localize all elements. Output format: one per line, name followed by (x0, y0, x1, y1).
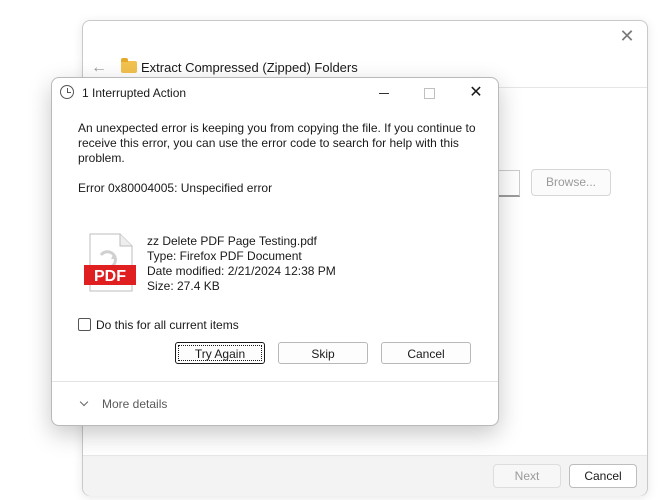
interrupted-action-dialog: 1 Interrupted Action ✕ An unexpected err… (51, 77, 499, 426)
file-name: zz Delete PDF Page Testing.pdf (147, 234, 317, 248)
clock-icon (60, 85, 74, 99)
browse-button[interactable]: Browse... (531, 169, 611, 196)
cancel-button[interactable]: Cancel (381, 342, 471, 364)
close-icon[interactable]: ✕ (615, 25, 639, 47)
zip-folder-icon (121, 58, 137, 73)
file-modified: Date modified: 2/21/2024 12:38 PM (147, 264, 336, 278)
chevron-down-icon (79, 397, 89, 407)
more-details-label[interactable]: More details (102, 397, 167, 411)
file-size: Size: 27.4 KB (147, 279, 220, 293)
maximize-icon (414, 82, 444, 104)
file-details: zz Delete PDF Page Testing.pdf Type: Fir… (147, 234, 336, 294)
divider (52, 381, 498, 382)
svg-text:PDF: PDF (94, 268, 126, 285)
minimize-icon[interactable] (369, 82, 399, 104)
pdf-file-icon: PDF (84, 233, 136, 292)
error-code: Error 0x80004005: Unspecified error (78, 181, 273, 195)
dialog-title: 1 Interrupted Action (82, 86, 187, 100)
wizard-title: Extract Compressed (Zipped) Folders (141, 60, 358, 75)
skip-button[interactable]: Skip (278, 342, 368, 364)
try-again-button[interactable]: Try Again (175, 342, 265, 364)
apply-all-label[interactable]: Do this for all current items (96, 318, 239, 332)
close-icon[interactable]: ✕ (461, 82, 491, 104)
error-message: An unexpected error is keeping you from … (78, 121, 476, 165)
file-type: Type: Firefox PDF Document (147, 249, 302, 263)
wizard-footer: Next Cancel (83, 455, 647, 496)
apply-all-checkbox[interactable] (78, 318, 91, 331)
next-button[interactable]: Next (493, 464, 561, 488)
arrow-left-icon[interactable]: ← (91, 59, 107, 77)
dialog-titlebar: 1 Interrupted Action ✕ (52, 78, 498, 108)
wizard-cancel-button[interactable]: Cancel (569, 464, 637, 488)
